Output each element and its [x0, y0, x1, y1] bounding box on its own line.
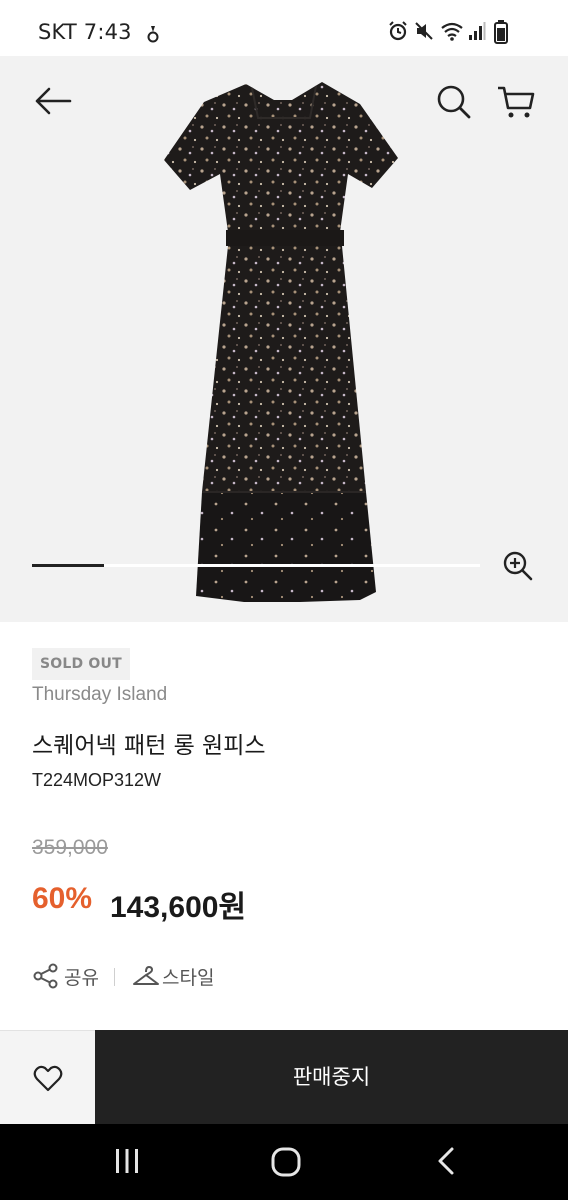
- alarm-icon: [389, 21, 407, 41]
- recent-apps-icon[interactable]: [112, 1146, 142, 1176]
- action-divider: [114, 968, 115, 986]
- purchase-bar: 판매중지: [0, 1030, 568, 1124]
- cart-icon[interactable]: [496, 84, 536, 120]
- notification-icon: [147, 26, 159, 43]
- original-price: 359,000: [32, 836, 108, 859]
- signal-icon: [469, 22, 486, 40]
- wifi-icon: [441, 22, 463, 41]
- gallery-progress: [32, 564, 480, 567]
- share-button[interactable]: 공유: [32, 960, 104, 994]
- heart-icon: [33, 1065, 63, 1092]
- battery-icon: [494, 20, 508, 44]
- sale-stopped-button[interactable]: 판매중지: [95, 1030, 568, 1124]
- product-name: 스퀘어넥 패턴 롱 원피스: [32, 733, 266, 759]
- system-nav-bar: [0, 1124, 568, 1200]
- hanger-icon: [133, 966, 159, 985]
- gallery-progress-fill: [32, 564, 104, 567]
- zoom-in-icon[interactable]: [502, 550, 534, 582]
- product-image: [164, 82, 398, 602]
- mute-icon: [415, 22, 433, 40]
- style-button[interactable]: 스타일: [132, 960, 222, 994]
- status-time: SKT 7:43: [38, 20, 132, 44]
- home-icon[interactable]: [270, 1146, 302, 1178]
- discount-rate: 60%: [32, 882, 93, 915]
- status-bar: SKT 7:43: [0, 0, 568, 56]
- product-code: T224MOP312W: [32, 770, 162, 790]
- search-icon[interactable]: [436, 84, 472, 120]
- share-icon: [33, 963, 58, 989]
- share-label: 공유: [64, 967, 99, 989]
- back-arrow-icon[interactable]: [34, 86, 72, 116]
- brand-name[interactable]: Thursday Island: [32, 684, 167, 706]
- back-icon[interactable]: [432, 1146, 462, 1176]
- wishlist-button[interactable]: [0, 1030, 95, 1124]
- sold-out-badge: SOLD OUT: [32, 648, 130, 680]
- sale-price: 143,600원: [110, 891, 247, 924]
- style-label: 스타일: [162, 967, 215, 989]
- product-image-gallery[interactable]: [0, 56, 568, 622]
